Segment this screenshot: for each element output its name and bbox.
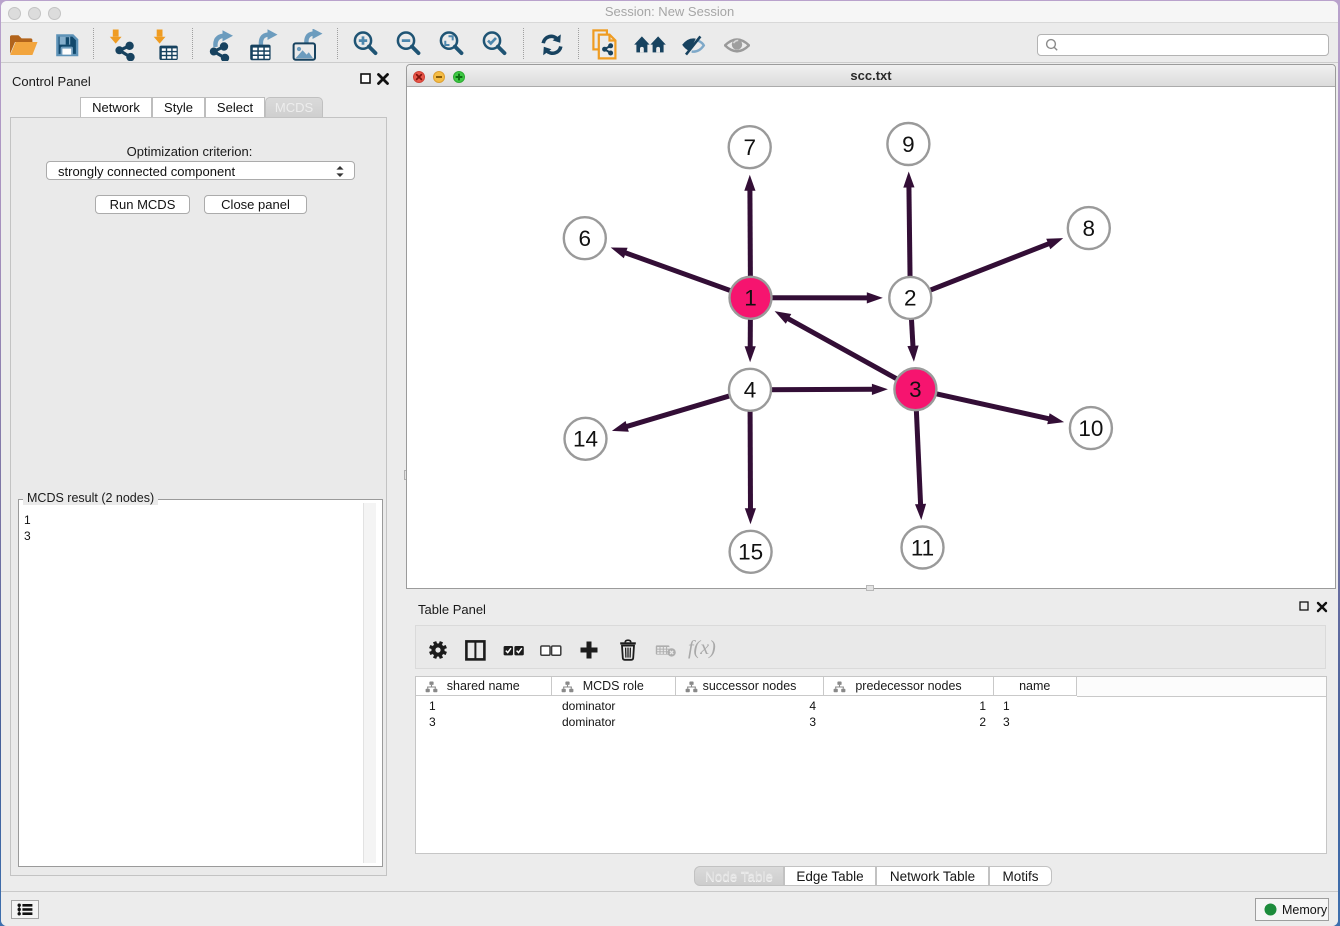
svg-text:1: 1 — [744, 286, 757, 311]
svg-text:2: 2 — [904, 286, 917, 311]
svg-text:9: 9 — [902, 132, 915, 157]
svg-text:4: 4 — [744, 378, 757, 403]
svg-text:11: 11 — [911, 535, 934, 560]
svg-text:6: 6 — [579, 226, 592, 251]
svg-text:8: 8 — [1083, 216, 1096, 241]
svg-text:7: 7 — [743, 135, 756, 160]
svg-text:3: 3 — [909, 377, 922, 402]
svg-text:15: 15 — [738, 540, 763, 565]
svg-text:14: 14 — [573, 427, 598, 452]
svg-text:10: 10 — [1078, 416, 1103, 441]
